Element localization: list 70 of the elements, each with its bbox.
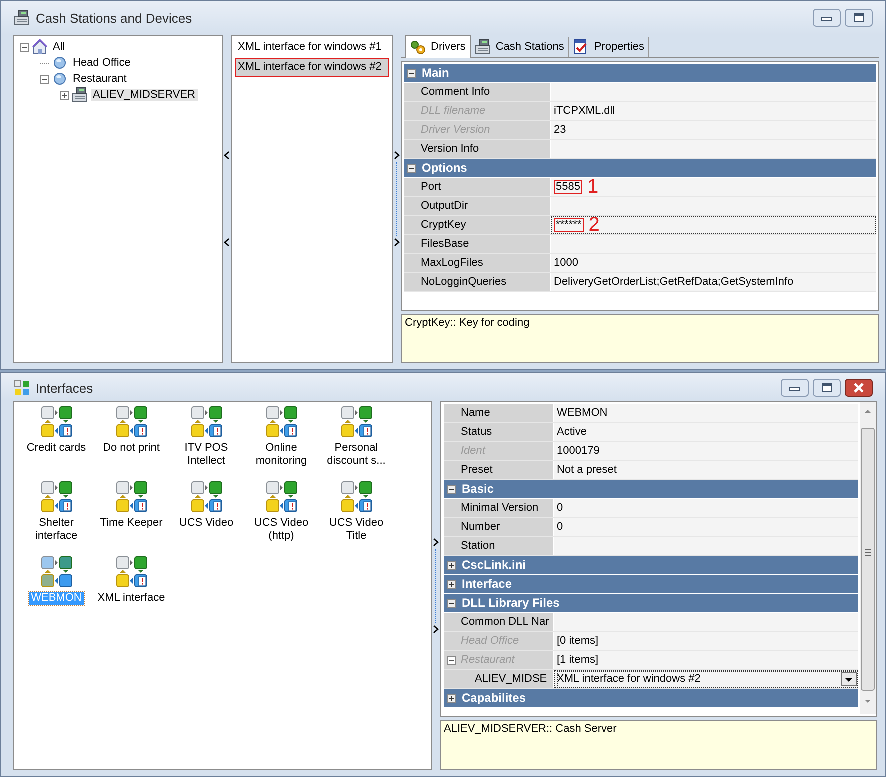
value-cell[interactable]: 23 bbox=[551, 121, 876, 139]
section-header[interactable]: Capabilites bbox=[444, 689, 858, 708]
window-title: Interfaces bbox=[36, 380, 94, 396]
tree-item[interactable]: Head Office bbox=[71, 57, 133, 69]
tab[interactable]: Drivers bbox=[405, 35, 471, 58]
property-name: Restaurant bbox=[461, 654, 515, 666]
interface-item[interactable]: UCS Video Title bbox=[319, 517, 394, 543]
interface-item[interactable]: ITV POS Intellect bbox=[169, 442, 244, 468]
property-name: Head Office bbox=[461, 635, 520, 647]
property-name: Preset bbox=[461, 464, 493, 476]
property-name: DLL filename bbox=[421, 105, 486, 117]
property-name: Common DLL Nar bbox=[461, 616, 550, 628]
property-value[interactable]: ****** bbox=[554, 218, 584, 232]
value-cell[interactable]: 1000179 bbox=[554, 442, 858, 460]
interface-item[interactable]: Online monitoring bbox=[244, 442, 319, 468]
tree-item[interactable]: Restaurant bbox=[71, 73, 129, 85]
value-cell[interactable]: Active bbox=[554, 423, 858, 441]
property-name: Version Info bbox=[421, 143, 480, 155]
description-text: CryptKey:: Key for coding bbox=[401, 314, 879, 363]
property-name: Ident bbox=[461, 445, 486, 457]
tree-item[interactable]: All bbox=[51, 41, 68, 53]
property-name: Port bbox=[421, 181, 442, 193]
annotation-number: 2 bbox=[588, 216, 600, 234]
section-header[interactable]: Basic bbox=[444, 480, 858, 499]
section-header[interactable]: DLL Library Files bbox=[444, 594, 858, 613]
interface-item[interactable]: Time Keeper bbox=[98, 517, 165, 530]
window-title: Cash Stations and Devices bbox=[36, 10, 194, 26]
value-cell[interactable]: [1 items] bbox=[554, 651, 858, 669]
interface-item[interactable]: Shelter interface bbox=[19, 517, 94, 543]
value-cell[interactable]: WEBMON bbox=[554, 404, 858, 422]
property-name: FilesBase bbox=[421, 238, 470, 250]
list-item[interactable]: XML interface for windows #2 bbox=[235, 58, 389, 77]
section-header[interactable]: Interface bbox=[444, 575, 858, 594]
tree-item[interactable]: ALIEV_MIDSERVER bbox=[91, 89, 198, 101]
value-cell[interactable]: Not a preset bbox=[554, 461, 858, 479]
value-cell[interactable]: 0 bbox=[554, 499, 858, 517]
section-header[interactable]: Options bbox=[404, 159, 876, 178]
annotation-number: 1 bbox=[587, 178, 599, 196]
section-header[interactable]: CscLink.ini bbox=[444, 556, 858, 575]
interface-item[interactable]: Do not print bbox=[101, 442, 162, 455]
interface-item[interactable]: UCS Video (http) bbox=[244, 517, 319, 543]
list-item[interactable]: XML interface for windows #1 bbox=[235, 38, 389, 57]
description-text: ALIEV_MIDSERVER:: Cash Server bbox=[440, 720, 877, 770]
tab[interactable]: Cash Stations bbox=[470, 37, 570, 57]
interface-item[interactable]: Credit cards bbox=[24, 442, 88, 455]
value-cell[interactable]: 0 bbox=[554, 518, 858, 536]
property-name: OutputDir bbox=[421, 200, 468, 212]
value-cell[interactable]: DeliveryGetOrderList;GetRefData;GetSystemInfo bbox=[551, 273, 876, 291]
property-value[interactable]: 5585 bbox=[554, 180, 582, 194]
property-name: ALIEV_MIDSE bbox=[475, 673, 548, 685]
tab[interactable]: Properties bbox=[569, 37, 650, 57]
value-cell[interactable]: ****** 2 bbox=[551, 216, 876, 234]
value-cell[interactable]: 1000 bbox=[551, 254, 876, 272]
interface-item[interactable]: XML interface bbox=[96, 592, 168, 605]
interface-item[interactable]: UCS Video bbox=[177, 517, 236, 530]
property-name: Name bbox=[461, 407, 490, 419]
property-name: Station bbox=[461, 540, 496, 552]
property-name: Minimal Version bbox=[461, 502, 539, 514]
interface-item[interactable]: Personal discount s... bbox=[319, 442, 394, 468]
value-cell[interactable]: 5585 1 bbox=[551, 178, 876, 196]
property-name: Number bbox=[461, 521, 500, 533]
value-cell[interactable]: iTCPXML.dll bbox=[551, 102, 876, 120]
property-name: NoLogginQueries bbox=[421, 276, 507, 288]
property-name: CryptKey bbox=[421, 219, 466, 231]
property-name: Status bbox=[461, 426, 492, 438]
value-cell[interactable]: [0 items] bbox=[554, 632, 858, 650]
section-header[interactable]: Main bbox=[404, 64, 876, 83]
property-name: MaxLogFiles bbox=[421, 257, 484, 269]
property-name: Driver Version bbox=[421, 124, 490, 136]
property-name: Comment Info bbox=[421, 86, 490, 98]
